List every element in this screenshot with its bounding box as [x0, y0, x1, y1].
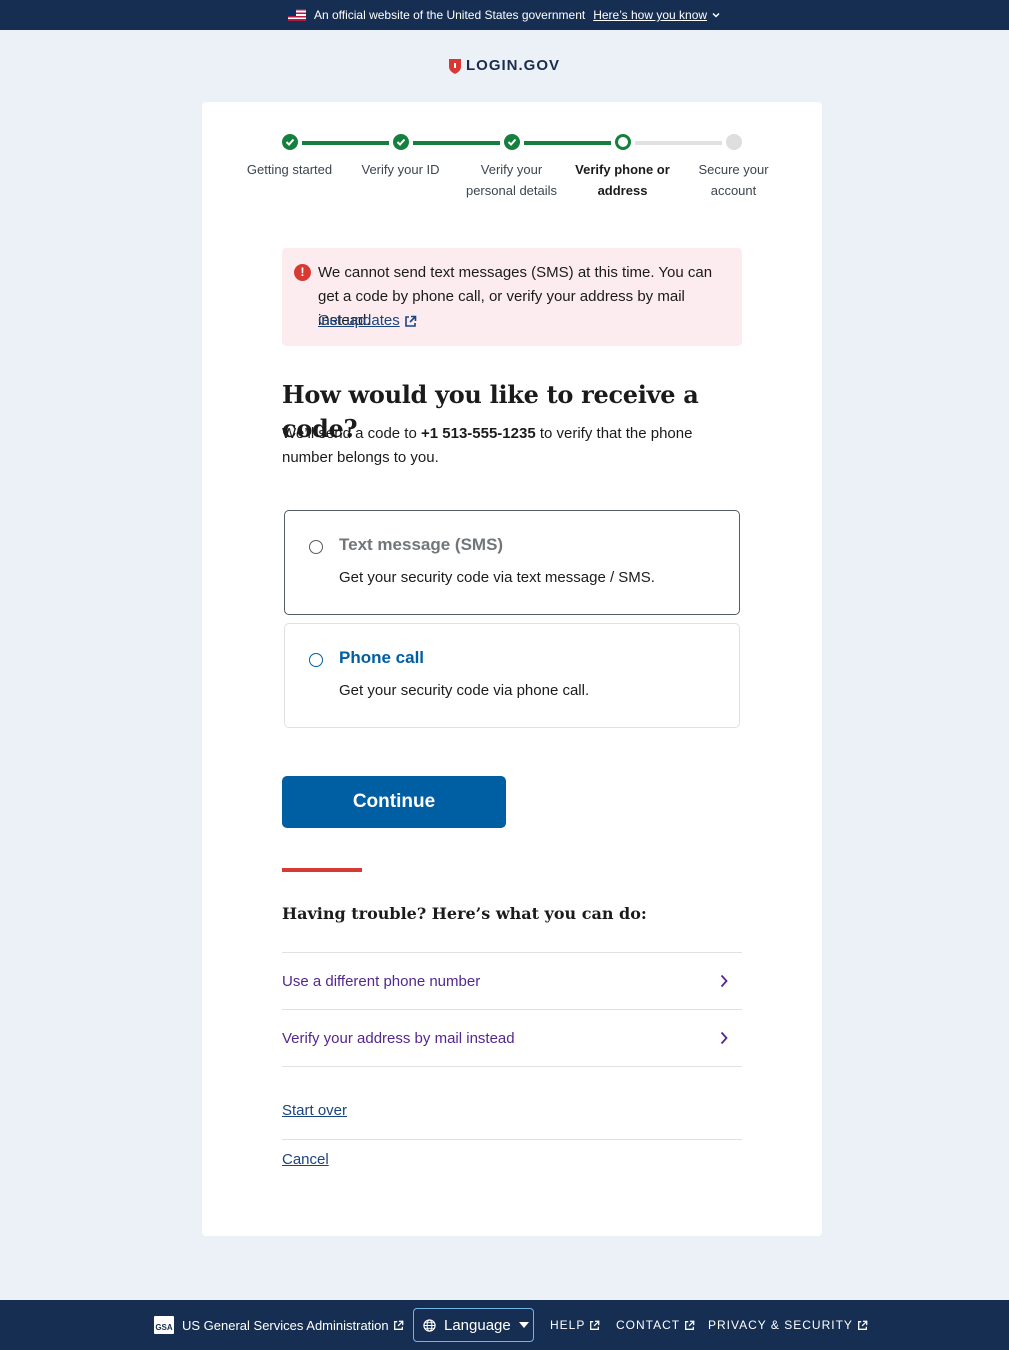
- phone-call-option-description: Get your security code via phone call.: [339, 682, 590, 699]
- globe-icon: [423, 1318, 436, 1332]
- help-link[interactable]: HELP: [550, 1318, 600, 1332]
- step-connector: [635, 141, 722, 145]
- heres-how-you-know-label[interactable]: Here’s how you know: [593, 8, 707, 22]
- phone-call-radio[interactable]: [309, 653, 323, 667]
- trouble-heading: Having trouble? Here’s what you can do:: [282, 904, 647, 923]
- step-label: Verify your personal details: [465, 162, 558, 198]
- phone-number: +1 513-555-1235: [420, 425, 536, 442]
- get-updates-label[interactable]: Get updates: [318, 309, 400, 333]
- language-label[interactable]: Language: [444, 1317, 511, 1334]
- divider: [282, 1139, 742, 1140]
- step-complete-icon: [393, 134, 409, 150]
- verify-by-mail-link[interactable]: Verify your address by mail instead: [282, 1010, 742, 1067]
- intro-text: We’ll send a code to +1 513-555-1235 to …: [282, 422, 742, 470]
- caret-down-icon: [518, 1322, 529, 1328]
- step-connector: [413, 141, 500, 145]
- use-different-phone-link[interactable]: Use a different phone number: [282, 953, 742, 1010]
- chevron-down-icon: [712, 12, 720, 18]
- privacy-security-label[interactable]: PRIVACY & SECURITY: [708, 1318, 853, 1332]
- error-icon: !: [294, 264, 311, 281]
- logo-text: LOGIN.GOV: [465, 57, 560, 74]
- step-connector: [524, 141, 611, 145]
- gsa-link-label[interactable]: US General Services Administration: [182, 1318, 389, 1333]
- external-link-icon: [393, 1320, 404, 1330]
- sms-radio[interactable]: [309, 540, 323, 554]
- main-card: Getting started Verify your ID Verify yo…: [202, 102, 822, 1236]
- language-button[interactable]: Language: [413, 1308, 534, 1342]
- chevron-right-icon: [720, 1031, 728, 1045]
- login-gov-logo: LOGIN.GOV: [0, 57, 1009, 74]
- external-link-icon: [404, 315, 417, 327]
- gsa-logo: GSA: [154, 1316, 174, 1334]
- trouble-options-list: Use a different phone number Verify your…: [282, 952, 742, 1067]
- gsa-link[interactable]: US General Services Administration: [182, 1318, 404, 1333]
- gov-banner: An official website of the United States…: [0, 0, 1009, 30]
- error-alert: ! We cannot send text messages (SMS) at …: [282, 248, 742, 346]
- contact-link[interactable]: CONTACT: [616, 1318, 695, 1332]
- step-label: Secure your account: [698, 162, 769, 198]
- step-complete-icon: [282, 134, 298, 150]
- verify-by-mail-label[interactable]: Verify your address by mail instead: [282, 1030, 515, 1047]
- heres-how-you-know-link[interactable]: Here’s how you know: [593, 8, 721, 22]
- step-current-icon: [615, 134, 631, 150]
- get-updates-link[interactable]: Get updates: [318, 309, 417, 333]
- step-connector: [302, 141, 389, 145]
- phone-call-option-title: Phone call: [339, 648, 425, 667]
- section-accent-bar: [282, 868, 362, 872]
- step-label-current: Verify phone or address: [575, 162, 670, 198]
- sms-option-description: Get your security code via text message …: [339, 569, 655, 586]
- step-complete-icon: [504, 134, 520, 150]
- sms-option[interactable]: Text message (SMS) Get your security cod…: [284, 510, 740, 615]
- step-incomplete-icon: [726, 134, 742, 150]
- start-over-link[interactable]: Start over: [282, 1102, 347, 1119]
- use-different-phone-label[interactable]: Use a different phone number: [282, 973, 480, 990]
- continue-button[interactable]: Continue: [282, 776, 506, 828]
- step-label: Getting started: [246, 162, 333, 177]
- privacy-security-link[interactable]: PRIVACY & SECURITY: [708, 1318, 868, 1332]
- external-link-icon: [590, 1320, 600, 1330]
- chevron-right-icon: [720, 974, 728, 988]
- us-flag-icon: [287, 9, 306, 21]
- cancel-link[interactable]: Cancel: [282, 1151, 329, 1168]
- external-link-icon: [857, 1320, 868, 1330]
- phone-call-option[interactable]: Phone call Get your security code via ph…: [284, 623, 740, 728]
- external-link-icon: [685, 1320, 695, 1330]
- intro-text-before: We’ll send a code to: [282, 425, 421, 442]
- help-label[interactable]: HELP: [550, 1318, 585, 1332]
- footer: GSA US General Services Administration L…: [0, 1300, 1009, 1350]
- shield-icon: [448, 58, 461, 74]
- step-label: Verify your ID: [361, 162, 440, 177]
- sms-option-title: Text message (SMS): [339, 535, 504, 554]
- gov-banner-text: An official website of the United States…: [313, 8, 586, 22]
- contact-label[interactable]: CONTACT: [616, 1318, 680, 1332]
